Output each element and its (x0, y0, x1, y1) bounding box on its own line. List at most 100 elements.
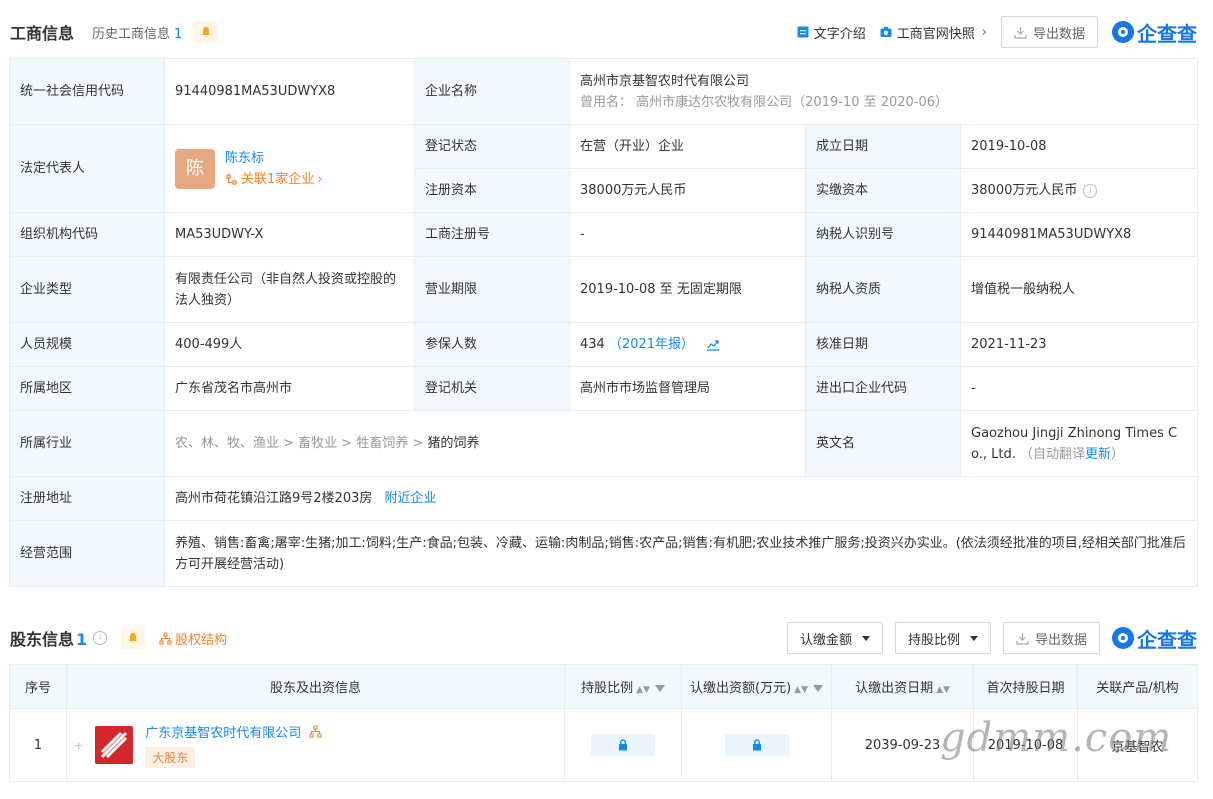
approve-date-label: 核准日期 (805, 322, 961, 367)
col-subscribed-date[interactable]: 认缴出资日期 ▲▼ (831, 664, 974, 709)
reg-capital-value: 38000万元人民币 (569, 168, 806, 213)
lock-icon (591, 734, 655, 756)
import-export-label: 进出口企业代码 (805, 366, 961, 411)
camera-icon (880, 27, 892, 37)
shareholder-header: 股东信息 1 i 股权结构 认缴金额 持股比例 导出数据 企查查 (10, 620, 1197, 656)
approve-date-value: 2021-11-23 (960, 322, 1198, 367)
subscribed-amount-dropdown[interactable]: 认缴金额 (786, 622, 883, 654)
scope-label: 经营范围 (9, 520, 165, 587)
filter-icon (813, 685, 823, 692)
company-name-label: 企业名称 (414, 58, 570, 125)
reg-capital-label: 注册资本 (414, 168, 570, 213)
legal-rep-name[interactable]: 陈东标 (225, 148, 322, 169)
company-name-cell: 高州市京基智农时代有限公司 曾用名： 高州市康达尔农牧有限公司（2019-10 … (569, 58, 1198, 125)
business-info-header: 工商信息 历史工商信息 1 文字介绍 工商官网快照 › 导出数据 企查查 (10, 14, 1197, 50)
info-icon[interactable]: i (1083, 183, 1098, 198)
export-button[interactable]: 导出数据 (1000, 16, 1098, 48)
expand-icon[interactable]: + (74, 739, 83, 752)
qcc-logo-icon (1112, 21, 1134, 43)
row-index: 1 (9, 708, 67, 782)
business-info-table: 统一社会信用代码 91440981MA53UDWYX8 企业名称 高州市京基智农… (9, 58, 1198, 587)
avatar[interactable]: 陈 (175, 148, 215, 189)
watermark: gdmm.com (940, 715, 1173, 761)
sort-icon: ▲▼ (794, 685, 808, 695)
company-type-value: 有限责任公司（非自然人投资或控股的法人独资） (164, 256, 415, 323)
taxpayer-qual-label: 纳税人资质 (805, 256, 961, 323)
equity-structure-link[interactable]: 股权结构 (159, 629, 227, 648)
insured-label: 参保人数 (414, 322, 570, 367)
bell-icon[interactable] (194, 21, 219, 43)
import-export-value: - (960, 366, 1198, 411)
credit-code-label: 统一社会信用代码 (9, 58, 165, 125)
insured-cell: 434 （2021年报） (569, 322, 806, 367)
org-code-value: MA53UDWY-X (164, 212, 415, 257)
region-value: 广东省茂名市高州市 (164, 366, 415, 411)
biz-reg-no-value: - (569, 212, 806, 257)
org-chart-icon (159, 631, 172, 645)
staff-size-label: 人员规模 (9, 322, 165, 367)
major-shareholder-badge: 大股东 (145, 747, 196, 768)
org-chart-icon[interactable] (309, 725, 322, 738)
legal-rep-cell: 陈 陈东标 关联1家企业 › (164, 124, 415, 213)
company-type-label: 企业类型 (9, 256, 165, 323)
staff-size-value: 400-499人 (164, 322, 415, 367)
taxpayer-id-label: 纳税人识别号 (805, 212, 961, 257)
reg-address-cell: 高州市荷花镇沿江路9号2楼203房 附近企业 (164, 476, 1198, 521)
reg-authority-value: 高州市市场监督管理局 (569, 366, 806, 411)
industry-label: 所属行业 (9, 410, 165, 477)
company-logo (95, 726, 134, 764)
share-ratio-dropdown[interactable]: 持股比例 (894, 622, 991, 654)
related-companies-link[interactable]: 关联1家企业 › (225, 169, 322, 190)
col-index: 序号 (9, 664, 67, 709)
col-first-date: 首次持股日期 (973, 664, 1078, 709)
reg-status-label: 登记状态 (414, 124, 570, 169)
relation-icon (226, 173, 237, 185)
paid-capital-label: 实缴资本 (805, 168, 961, 213)
bell-icon[interactable] (121, 627, 146, 649)
caret-down-icon (861, 635, 870, 641)
section-title: 工商信息 (10, 24, 75, 43)
est-date-label: 成立日期 (805, 124, 961, 169)
org-code-label: 组织机构代码 (9, 212, 165, 257)
reg-address-value: 高州市荷花镇沿江路9号2楼203房 (175, 491, 373, 506)
trend-chart-icon[interactable] (706, 339, 720, 351)
lock-icon (724, 734, 789, 756)
shareholder-cell: + 广东京基智农时代有限公司 大股东 (66, 708, 565, 782)
subscribed-amount-cell[interactable] (681, 708, 832, 782)
col-share-ratio[interactable]: 持股比例 ▲▼ (564, 664, 682, 709)
industry-path: 农、林、牧、渔业 > 畜牧业 > 牲畜饲养 > (175, 436, 424, 451)
reg-authority-label: 登记机关 (414, 366, 570, 411)
legal-rep-label: 法定代表人 (9, 124, 165, 213)
english-name-label: 英文名 (805, 410, 961, 477)
export-button[interactable]: 导出数据 (1002, 622, 1100, 654)
filter-icon (654, 685, 665, 692)
company-name-value: 高州市京基智农时代有限公司 (580, 73, 750, 89)
caret-down-icon (969, 635, 978, 641)
qcc-logo: 企查查 (1112, 624, 1197, 653)
sort-icon: ▲▼ (636, 685, 650, 695)
est-date-value: 2019-10-08 (960, 124, 1198, 169)
annual-report-link[interactable]: （2021年报） (609, 337, 694, 352)
biz-term-label: 营业期限 (414, 256, 570, 323)
sort-icon: ▲▼ (936, 685, 950, 695)
text-intro-link[interactable]: 文字介绍 (797, 23, 866, 42)
chevron-right-icon: › (981, 24, 987, 40)
paid-capital-value: 38000万元人民币 (971, 183, 1078, 198)
snapshot-link[interactable]: 工商官网快照 › (880, 23, 987, 42)
qcc-logo: 企查查 (1112, 18, 1197, 47)
paid-capital-cell: 38000万元人民币 i (960, 168, 1198, 213)
update-link[interactable]: 更新 (1085, 447, 1111, 462)
download-icon (1014, 26, 1027, 39)
shareholder-name[interactable]: 广东京基智农时代有限公司 (145, 722, 301, 741)
section-title: 股东信息 1 (10, 630, 88, 649)
taxpayer-qual-value: 增值税一般纳税人 (960, 256, 1198, 323)
info-icon[interactable]: i (93, 631, 108, 645)
insured-value: 434 (580, 337, 605, 352)
nearby-companies-link[interactable]: 附近企业 (385, 491, 437, 506)
biz-term-value: 2019-10-08 至 无固定期限 (569, 256, 806, 323)
history-info-link[interactable]: 历史工商信息 1 (92, 23, 182, 42)
download-icon (1016, 632, 1029, 645)
share-ratio-cell[interactable] (564, 708, 682, 782)
col-related: 关联产品/机构 (1077, 664, 1198, 709)
col-subscribed-amount[interactable]: 认缴出资额(万元) ▲▼ (681, 664, 832, 709)
